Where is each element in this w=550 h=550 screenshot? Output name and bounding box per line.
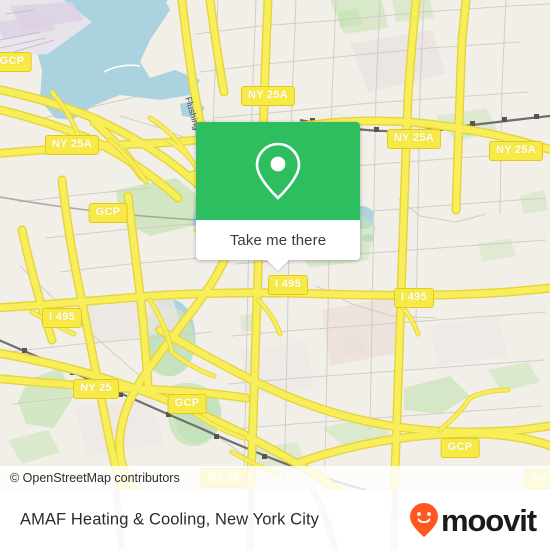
moovit-smiley-pin-icon <box>409 503 438 537</box>
route-shield: I 495 <box>394 288 434 308</box>
map-canvas[interactable]: Flushing Creek GCPNY 25ANY 25ANY 25ANY 2… <box>0 0 550 490</box>
route-shield: NY 25A <box>44 135 100 155</box>
route-shield: NY 25A <box>386 129 442 149</box>
popup-tail-arrow <box>267 260 289 271</box>
osm-attribution-text[interactable]: © OpenStreetMap contributors <box>0 471 180 485</box>
map-screenshot: Flushing Creek GCPNY 25ANY 25ANY 25ANY 2… <box>0 0 550 550</box>
route-shield: GCP <box>88 203 128 223</box>
route-shield: NY 25A <box>488 141 544 161</box>
attribution-bar: © OpenStreetMap contributors <box>0 466 550 490</box>
popup-footer[interactable]: Take me there <box>196 220 360 271</box>
popup-header <box>196 122 360 220</box>
location-popup-card[interactable]: Take me there <box>196 122 360 271</box>
route-shield: GCP <box>167 394 207 414</box>
footer-bar: AMAF Heating & Cooling, New York City mo… <box>0 490 550 550</box>
route-shield: GCP <box>440 438 480 458</box>
place-title: AMAF Heating & Cooling, New York City <box>20 510 319 529</box>
map-pin-icon <box>255 142 301 200</box>
route-shield: NY 25A <box>240 86 296 106</box>
take-me-there-label: Take me there <box>229 231 327 249</box>
moovit-wordmark: moovit <box>440 502 537 538</box>
route-shield: NY 25 <box>73 379 119 399</box>
moovit-brand[interactable]: moovit <box>409 502 537 538</box>
route-shield: I 495 <box>42 308 82 328</box>
route-shield: GCP <box>0 52 32 72</box>
route-shield: I 495 <box>268 275 308 295</box>
